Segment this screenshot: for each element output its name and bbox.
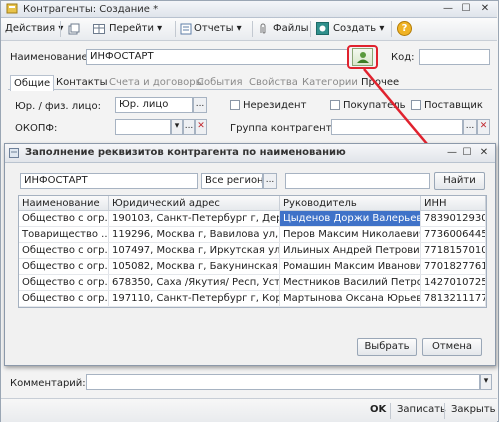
column-header-head[interactable]: Руководитель	[280, 196, 421, 211]
dialog-search-input[interactable]: ИНФОСТАРТ	[20, 173, 198, 189]
cell-name: Общество с огр...	[19, 211, 109, 226]
bottom-separator	[444, 403, 445, 419]
bottom-bar: OK Записать Закрыть	[1, 398, 497, 422]
cell-head: Перов Максим Николаевич	[280, 227, 421, 242]
cell-address: 190103, Санкт-Петербург г, Дерпт...	[109, 211, 280, 226]
fill-requisites-dialog: Заполнение реквизитов контрагента по наи…	[4, 143, 496, 366]
cancel-button[interactable]: Отмена	[422, 338, 482, 356]
cell-inn: 7813211177	[421, 291, 486, 306]
comment-label: Комментарий:	[10, 378, 86, 389]
table-row[interactable]: Общество с огр... 107497, Москва г, Ирку…	[19, 243, 486, 259]
dialog-title: Заполнение реквизитов контрагента по наи…	[25, 147, 346, 158]
cell-inn: 7701827761	[421, 259, 486, 274]
cell-head: Местников Василий Петров...	[280, 275, 421, 290]
cell-name: Общество с огр...	[19, 243, 109, 258]
cell-address: 105082, Москва г, Бакунинская ул,...	[109, 259, 280, 274]
cell-head: Мартынова Оксана Юрьевна	[280, 291, 421, 306]
region-input[interactable]: Все регионы	[201, 173, 263, 189]
table-row[interactable]: Общество с огр... 678350, Саха /Якутия/ …	[19, 275, 486, 291]
cell-inn: 1427010725	[421, 275, 486, 290]
dialog-icon	[9, 148, 19, 158]
dialog-maximize-icon[interactable]: ☐	[460, 147, 474, 159]
save-button[interactable]: Записать	[397, 404, 446, 415]
dialog-extra-input[interactable]	[285, 173, 430, 189]
table-row[interactable]: Общество с огр... 190103, Санкт-Петербур…	[19, 211, 486, 227]
column-header-inn[interactable]: ИНН	[421, 196, 486, 211]
cell-head: Ильиных Андрей Петрович	[280, 243, 421, 258]
cell-head: Цыденов Доржи Валерьевич	[280, 211, 421, 226]
comment-input[interactable]	[86, 374, 480, 390]
dialog-minimize-icon[interactable]: —	[445, 147, 459, 159]
close-button[interactable]: Закрыть	[451, 404, 496, 415]
table-row[interactable]: Общество с огр... 105082, Москва г, Баку…	[19, 259, 486, 275]
ok-button[interactable]: OK	[370, 404, 386, 415]
dialog-close-icon[interactable]: ✕	[477, 147, 491, 159]
cell-inn: 7736006445	[421, 227, 486, 242]
cell-name: Общество с огр...	[19, 275, 109, 290]
table-row[interactable]: Товарищество ... 119296, Москва г, Вавил…	[19, 227, 486, 243]
cell-address: 197110, Санкт-Петербург г, Корпус...	[109, 291, 280, 306]
select-button[interactable]: Выбрать	[357, 338, 417, 356]
cell-name: Общество с огр...	[19, 291, 109, 306]
cell-inn: 7718157010	[421, 243, 486, 258]
comment-expand-button[interactable]: ▾	[480, 374, 492, 390]
results-table: Наименование Юридический адрес Руководит…	[18, 195, 487, 308]
dialog-title-bar: Заполнение реквизитов контрагента по наи…	[5, 144, 495, 163]
find-button[interactable]: Найти	[434, 172, 485, 190]
column-header-address[interactable]: Юридический адрес	[109, 196, 280, 211]
cell-name: Товарищество ...	[19, 227, 109, 242]
cell-address: 119296, Москва г, Вавилова ул, до...	[109, 227, 280, 242]
table-row[interactable]: Общество с огр... 197110, Санкт-Петербур…	[19, 291, 486, 307]
cell-head: Ромашин Максим Иванович	[280, 259, 421, 274]
cell-address: 678350, Саха /Якутия/ Респ, Усть-...	[109, 275, 280, 290]
cell-address: 107497, Москва г, Иркутская ул, д...	[109, 243, 280, 258]
cell-name: Общество с огр...	[19, 259, 109, 274]
bottom-separator	[390, 403, 391, 419]
region-select-button[interactable]: ...	[263, 173, 277, 189]
column-header-name[interactable]: Наименование	[19, 196, 109, 211]
cell-inn: 7839012930	[421, 211, 486, 226]
